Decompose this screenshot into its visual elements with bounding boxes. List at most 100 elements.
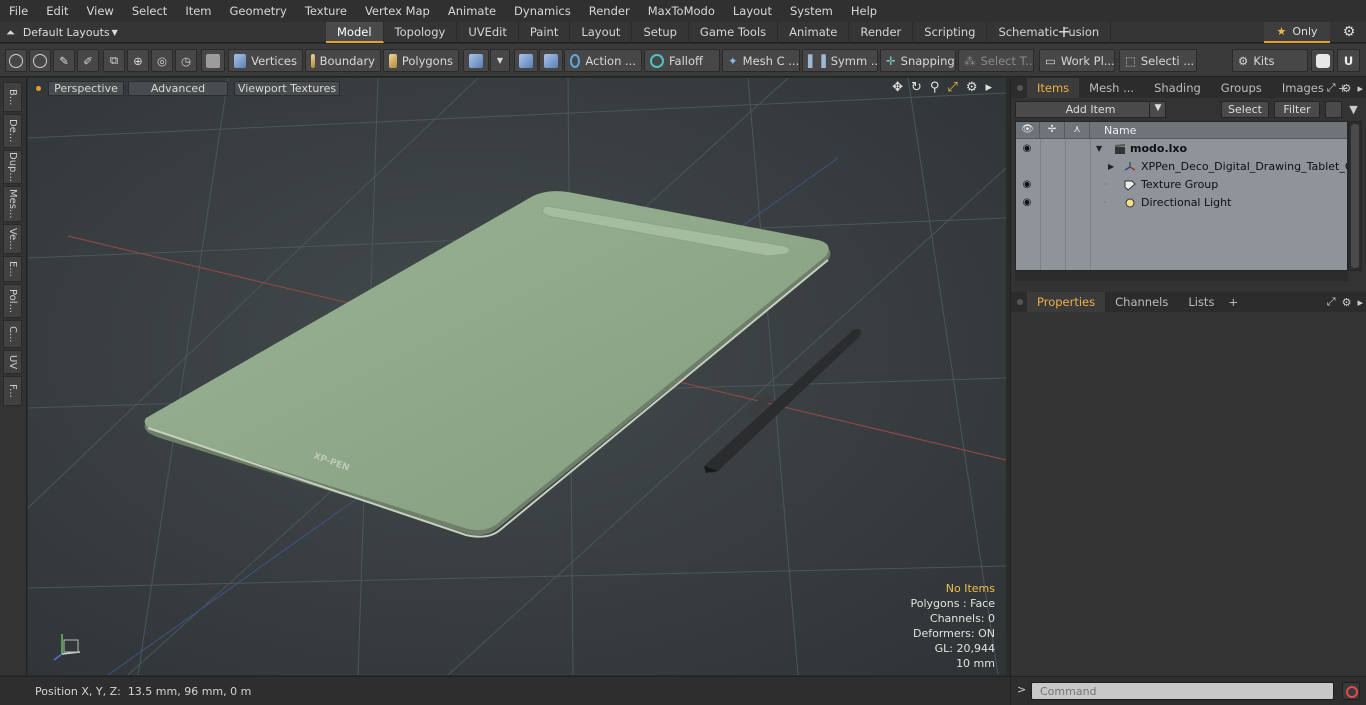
select-mode-button[interactable] (5, 49, 27, 72)
menu-file[interactable]: File (0, 0, 37, 22)
menu-geometry[interactable]: Geometry (221, 0, 296, 22)
tab-topology[interactable]: Topology (384, 22, 458, 43)
align-button[interactable]: ⧉ (103, 49, 125, 72)
menu-maxtomodo[interactable]: MaxToModo (639, 0, 724, 22)
add-tab-button[interactable]: + (1056, 22, 1072, 43)
menu-select[interactable]: Select (123, 0, 176, 22)
symmetry-button[interactable]: ▌▐ Symm ... (802, 49, 878, 72)
select-button[interactable]: Select (1221, 101, 1269, 118)
tree-row-scene[interactable]: ◉ ▼ modo.lxo (1016, 140, 1347, 158)
maximize-icon[interactable]: ⤢ (1327, 295, 1336, 309)
tab-channels[interactable]: Channels (1105, 292, 1178, 312)
gear-icon[interactable]: ⚙ (1338, 22, 1360, 43)
material-button[interactable] (463, 49, 489, 72)
gear-icon[interactable]: ⚙ (1342, 82, 1352, 95)
symmetry-view-button[interactable] (514, 49, 538, 72)
left-tab-basic[interactable]: B... (3, 82, 22, 112)
left-tab-polygon[interactable]: Pol... (3, 284, 22, 318)
tab-game-tools[interactable]: Game Tools (689, 22, 779, 43)
move-icon[interactable]: ✥ (892, 80, 903, 95)
kits-button[interactable]: ⚙ Kits (1232, 49, 1308, 72)
snapping-button[interactable]: ✛ Snapping (880, 49, 956, 72)
menu-animate[interactable]: Animate (439, 0, 505, 22)
only-toggle[interactable]: ★ Only (1264, 22, 1330, 43)
rotate-icon[interactable]: ↻ (911, 80, 922, 95)
menu-render[interactable]: Render (580, 0, 639, 22)
left-tab-uv[interactable]: UV (3, 350, 22, 374)
tree-row-mesh[interactable]: ▶ XPPen_Deco_Digital_Drawing_Tablet_Gr..… (1016, 158, 1347, 176)
tab-shading[interactable]: Shading (1144, 78, 1211, 98)
panel-menu-dot[interactable] (1017, 299, 1023, 305)
eye-icon[interactable]: ◉ (1020, 196, 1034, 209)
lock-column-icon[interactable]: ✢ (1040, 122, 1065, 139)
menu-edit[interactable]: Edit (37, 0, 77, 22)
tab-layout[interactable]: Layout (570, 22, 633, 43)
expand-triangle-icon[interactable]: ▶ (1108, 158, 1114, 176)
tab-animate[interactable]: Animate (778, 22, 850, 43)
mesh-constraints-button[interactable]: ✦ Mesh C ... (722, 49, 800, 72)
tree-row-directional-light[interactable]: ◉ · Directional Light (1016, 194, 1347, 212)
expand-icon[interactable]: ▸ (1357, 296, 1363, 309)
world-view-button[interactable] (539, 49, 563, 72)
left-tab-edge[interactable]: E... (3, 256, 22, 282)
menu-system[interactable]: System (781, 0, 842, 22)
expand-icon[interactable]: ▸ (1357, 82, 1363, 95)
select-through-button[interactable]: ⁂ Select T... (958, 49, 1034, 72)
command-input[interactable] (1031, 682, 1334, 700)
tree-scrollbar[interactable] (1348, 121, 1362, 271)
menu-item[interactable]: Item (176, 0, 220, 22)
maximize-icon[interactable]: ⤢ (1327, 81, 1336, 95)
left-tab-vertex[interactable]: Ve... (3, 224, 22, 254)
eye-icon[interactable]: ◉ (1020, 142, 1034, 155)
layout-selector[interactable]: ⏶ Default Layouts ▼ (6, 22, 118, 43)
tree-row-texture-group[interactable]: ◉ · Texture Group (1016, 176, 1347, 194)
chevron-down-icon[interactable]: ▼ (1149, 101, 1166, 118)
menu-help[interactable]: Help (842, 0, 886, 22)
transform-button[interactable]: ⊕ (127, 49, 149, 72)
panel-menu-dot[interactable] (1017, 85, 1023, 91)
perspective-button[interactable]: Perspective (48, 81, 124, 96)
tab-lists[interactable]: Lists (1178, 292, 1224, 312)
eye-icon[interactable]: ◉ (1020, 178, 1034, 191)
work-plane-button[interactable]: ▭ Work Pl... (1039, 49, 1115, 72)
expand-icon[interactable]: ▸ (985, 80, 992, 95)
menu-vertex-map[interactable]: Vertex Map (356, 0, 439, 22)
pen-button[interactable]: ✎ (53, 49, 75, 72)
gear-icon[interactable]: ⚙ (1342, 296, 1352, 309)
command-caret-icon[interactable]: > (1017, 683, 1026, 696)
scrollbar-thumb[interactable] (1351, 124, 1359, 268)
unreal-button[interactable]: U (1337, 49, 1360, 72)
left-tab-mesh-edit[interactable]: Mes... (3, 186, 22, 222)
fit-icon[interactable]: ⤢ (947, 80, 957, 95)
tab-groups[interactable]: Groups (1211, 78, 1272, 98)
3d-viewport[interactable]: XP-PEN Perspective Advanced Viewport Tex… (28, 78, 1006, 675)
gear-icon[interactable]: ⚙ (966, 80, 978, 95)
left-tab-deform[interactable]: De... (3, 114, 22, 148)
menu-dynamics[interactable]: Dynamics (505, 0, 580, 22)
tab-properties[interactable]: Properties (1027, 292, 1106, 312)
tab-model[interactable]: Model (326, 22, 384, 43)
element-button[interactable]: ◎ (151, 49, 173, 72)
viewport-textures-button[interactable]: Viewport Textures (234, 81, 340, 96)
tab-setup[interactable]: Setup (632, 22, 689, 43)
clock-button[interactable]: ◷ (175, 49, 197, 72)
collapse-triangle-icon[interactable]: ▼ (1096, 140, 1102, 158)
boundary-button[interactable]: Boundary (305, 49, 381, 72)
left-tab-curve[interactable]: C... (3, 320, 22, 348)
viewport-menu-dot[interactable] (36, 86, 41, 91)
tab-mesh[interactable]: Mesh ... (1079, 78, 1144, 98)
falloff-button[interactable]: Falloff (644, 49, 720, 72)
add-item-button[interactable]: Add Item (1015, 101, 1166, 118)
tab-schematic-fusion[interactable]: Schematic Fusion (987, 22, 1112, 43)
tab-paint[interactable]: Paint (519, 22, 571, 43)
funnel-icon[interactable]: ▼ (1345, 101, 1362, 118)
left-tab-duplicate[interactable]: Dup... (3, 150, 22, 184)
tab-render[interactable]: Render (849, 22, 914, 43)
add-panel-tab-button[interactable]: + (1224, 292, 1242, 312)
advanced-button[interactable]: Advanced (128, 81, 228, 96)
tab-uvedit[interactable]: UVEdit (457, 22, 519, 43)
tab-images[interactable]: Images (1272, 78, 1334, 98)
material-dropdown[interactable]: ▼ (490, 49, 510, 72)
menu-layout[interactable]: Layout (724, 0, 781, 22)
brush-button[interactable]: ✐ (77, 49, 99, 72)
